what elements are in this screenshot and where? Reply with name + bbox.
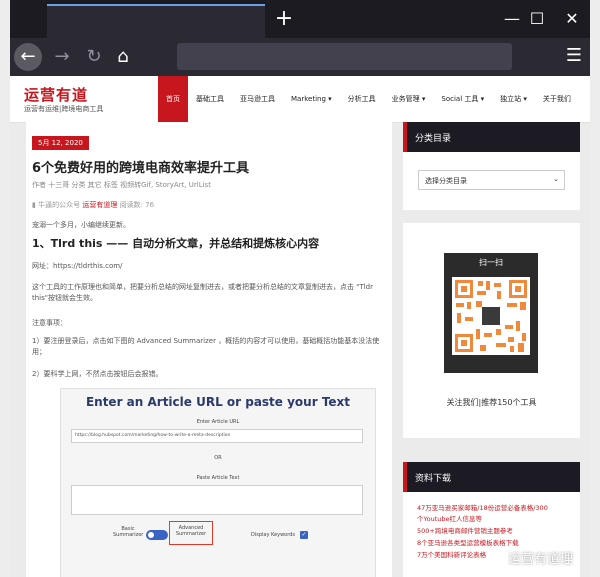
section-heading: 1、Tlrd this —— 自动分析文章，并总结和提炼核心内容 <box>32 237 320 250</box>
paragraph: 这个工具的工作原理也和简单，把要分析总结的网址复制进去，或者把要分析总结的文章复… <box>32 283 373 302</box>
download-link[interactable]: 47万亚马逊买家邮箱/18份运营必备表格/300 <box>417 502 548 512</box>
follow-text: 关注我们|推荐150个工具 <box>446 398 537 407</box>
source-prefix: 牛逼的公众号 <box>38 201 81 209</box>
reload-icon[interactable]: ↻ <box>80 43 108 71</box>
nav-item-about[interactable]: 关于我们 <box>535 76 579 122</box>
note-2: 2）要科学上网，不然点击按钮后会报错。 <box>32 370 163 378</box>
read-count: 阅读数: 76 <box>119 201 155 209</box>
article-meta: 作者 十三哥 分类 其它 标签 视频转Gif, StoryArt, UrlLis… <box>32 181 211 189</box>
categories-title: 分类目录 <box>415 134 452 144</box>
browser-window: + — ☐ ✕ ← → ↻ ⌂ ☰ 运营有道 运营有运维|跨境电商工具 首页 基… <box>10 0 590 577</box>
source-name[interactable]: 运营有道理 <box>82 201 117 209</box>
nav-item-marketing[interactable]: Marketing ▾ <box>283 76 340 122</box>
basic-summarizer-label: Basic Summarizer <box>113 526 144 538</box>
url-label: Enter Article URL <box>196 419 240 425</box>
paste-textarea <box>71 485 363 515</box>
article-intro: 宠溺一个多月，小编继续更新。 <box>32 221 130 229</box>
web-page: 运营有道 运营有运维|跨境电商工具 首页 基础工具 亚马逊工具 Marketin… <box>10 76 590 577</box>
article-source: ▮ 牛逼的公众号 运营有道理 阅读数: 76 <box>32 200 154 210</box>
browser-tab[interactable] <box>47 4 265 38</box>
site-logo[interactable]: 运营有道 <box>24 84 88 105</box>
chevron-down-icon: ⌄ <box>553 175 559 183</box>
navigation-toolbar: ← → ↻ ⌂ ☰ <box>10 38 590 76</box>
article-content: 5月 12, 2020 6个免费好用的跨境电商效率提升工具 作者 十三哥 分类 … <box>26 122 392 577</box>
qr-frame: 扫一扫 <box>444 253 538 373</box>
categories-header: 分类目录 <box>403 122 580 152</box>
display-keywords-label: Display Keywords <box>251 532 295 538</box>
article-date: 5月 12, 2020 <box>32 136 89 150</box>
qr-code <box>452 277 530 355</box>
notes-title: 注意事项： <box>32 319 67 327</box>
home-icon[interactable]: ⌂ <box>109 43 137 71</box>
nav-item-business[interactable]: 业务管理 ▾ <box>384 76 434 122</box>
site-header: 运营有道 运营有运维|跨境电商工具 首页 基础工具 亚马逊工具 Marketin… <box>10 76 590 123</box>
scan-label: 扫一扫 <box>479 258 503 267</box>
checkbox-icon: ✓ <box>300 531 308 539</box>
nav-item-home[interactable]: 首页 <box>158 76 188 122</box>
minimize-button[interactable]: — <box>500 8 524 32</box>
categories-select[interactable]: 选择分类目录 ⌄ <box>418 170 565 190</box>
site-tagline: 运营有运维|跨境电商工具 <box>24 105 104 113</box>
site-nav: 首页 基础工具 亚马逊工具 Marketing ▾ 分析工具 业务管理 ▾ So… <box>158 76 579 122</box>
maximize-button[interactable]: ☐ <box>525 8 549 32</box>
note-1: 1）要注册登录后，点击如下图的 Advanced Summarizer ，概括的… <box>32 337 380 356</box>
nav-item-social-tools[interactable]: Social 工具 ▾ <box>433 76 492 122</box>
tab-bar: + — ☐ ✕ <box>10 0 590 38</box>
downloads-header: 资料下载 <box>403 462 580 492</box>
nav-item-basic-tools[interactable]: 基础工具 <box>188 76 232 122</box>
qr-widget: 扫一扫 关注我们|推荐150个工具 <box>403 223 580 438</box>
address-bar[interactable] <box>177 43 512 70</box>
downloads-title: 资料下载 <box>415 474 452 484</box>
watermark: 运营有道理 <box>508 552 574 567</box>
url-input: https://blog.hubspot.com/marketing/how-t… <box>71 429 363 443</box>
article-title: 6个免费好用的跨境电商效率提升工具 <box>32 161 250 176</box>
url-line: 网址：https://tldrthis.com/ <box>32 262 123 270</box>
download-link[interactable]: 500+跨境电商邮件营销主题参考 <box>417 525 513 535</box>
close-button[interactable]: ✕ <box>560 8 584 32</box>
download-link[interactable]: 个Youtube红人信息等 <box>417 513 482 523</box>
summarizer-toggle <box>146 530 168 540</box>
back-icon[interactable]: ← <box>14 43 42 71</box>
download-link[interactable]: 7万个美国科新评论表格 <box>417 549 486 559</box>
or-label: OR <box>214 455 222 461</box>
advanced-summarizer-label: Advanced Summarizer <box>175 525 207 537</box>
nav-item-analysis-tools[interactable]: 分析工具 <box>340 76 384 122</box>
paste-label: Paste Article Text <box>196 475 240 481</box>
categories-widget: 分类目录 选择分类目录 ⌄ <box>403 122 580 210</box>
signal-icon: ▮ <box>32 201 36 209</box>
forward-icon[interactable]: → <box>48 43 76 71</box>
nav-item-amazon-tools[interactable]: 亚马逊工具 <box>232 76 283 122</box>
menu-icon[interactable]: ☰ <box>562 43 586 71</box>
nav-item-independent-site[interactable]: 独立站 ▾ <box>492 76 535 122</box>
new-tab-button[interactable]: + <box>272 8 296 32</box>
embedded-screenshot: Enter an Article URL or paste your Text … <box>60 388 376 577</box>
screenshot-title: Enter an Article URL or paste your Text <box>85 395 351 409</box>
download-link[interactable]: 8个亚马逊各类型运营模板表格下载 <box>417 537 519 547</box>
